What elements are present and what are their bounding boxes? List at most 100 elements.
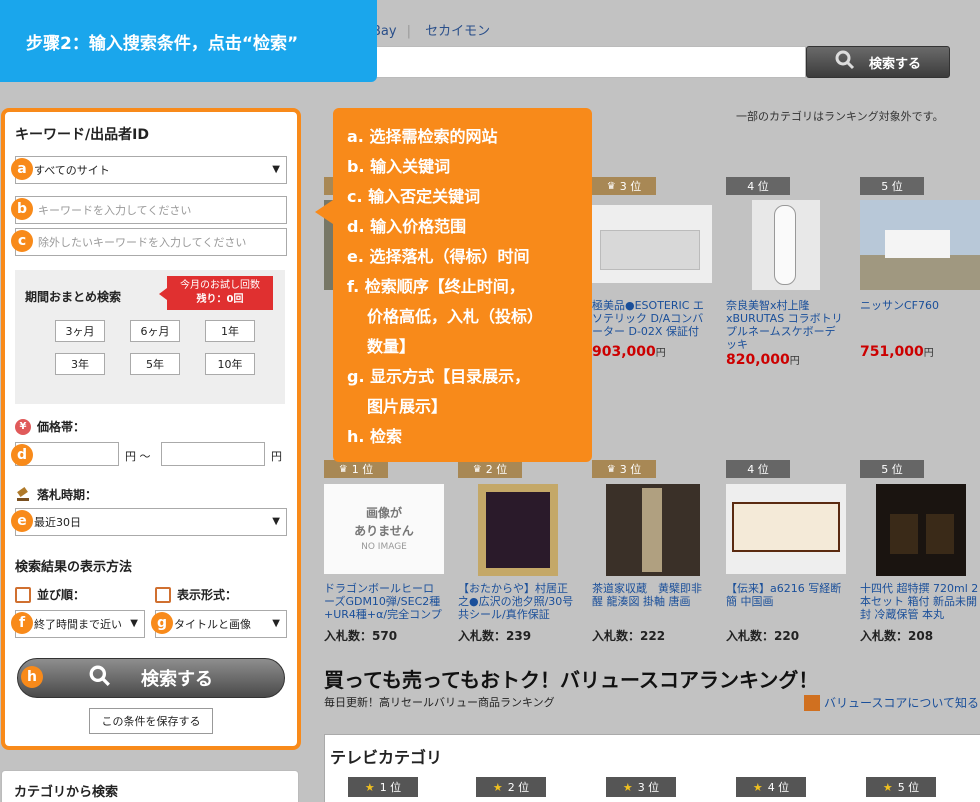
gavel-icon xyxy=(15,487,31,503)
value-score-subtitle: 毎日更新！高リセールバリュー商品ランキング xyxy=(324,696,555,709)
bid-count: 入札数：208 xyxy=(860,629,934,643)
badge-e: e xyxy=(11,510,33,532)
rank-tag: 5 位 xyxy=(860,177,924,195)
info-icon xyxy=(804,694,820,711)
view-icon xyxy=(155,586,171,603)
annotation-line: 图片展示】 xyxy=(367,397,448,416)
tv-rank-tag: ★ 4 位 xyxy=(736,777,806,797)
price-max-input[interactable] xyxy=(161,442,265,466)
tv-category-title: テレビカテゴリ xyxy=(330,748,443,767)
rank-tag: ♛ 2 位 xyxy=(458,460,522,478)
rank-tag: ♛ 3 位 xyxy=(592,460,656,478)
item-title[interactable]: 十四代 超特撰 720ml 2本セット 箱付 新品未開封 冷蔵保管 本丸 xyxy=(860,582,980,621)
item-price: 903,000円 xyxy=(592,344,666,360)
item-thumbnail[interactable] xyxy=(752,200,820,290)
value-score-title: 買っても売ってもおトク！バリュースコアランキング！ xyxy=(324,668,819,692)
item-thumbnail[interactable] xyxy=(478,484,558,576)
period-1y-button[interactable]: 1年 xyxy=(205,320,255,342)
tv-rank-tag: ★ 2 位 xyxy=(476,777,546,797)
item-thumbnail[interactable] xyxy=(876,484,966,576)
crown-icon: ♛ xyxy=(606,180,616,192)
top-search-button[interactable]: 検索する xyxy=(806,46,950,78)
top-search-input[interactable] xyxy=(372,46,806,78)
annotation-line: g. 显示方式【目录展示， xyxy=(347,367,531,386)
view-label: 表示形式： xyxy=(155,586,237,603)
star-icon: ★ xyxy=(492,780,503,794)
annotation-line: e. 选择落札（得标）时间 xyxy=(347,247,530,266)
rank-tag: 4 位 xyxy=(726,460,790,478)
display-method-heading: 検索結果の表示方法 xyxy=(15,560,133,575)
item-title[interactable]: 【伝来】a6216 写経断簡 中国画 xyxy=(726,582,846,608)
period-6m-button[interactable]: 6ヶ月 xyxy=(130,320,180,342)
badge-g: g xyxy=(151,612,173,634)
site-select[interactable]: すべてのサイト ▼ xyxy=(15,156,287,184)
item-thumbnail[interactable] xyxy=(726,484,846,574)
end-period-select[interactable]: 最近30日 ▼ xyxy=(15,508,287,536)
badge-f: f xyxy=(11,612,33,634)
rank-tag: ♛ 1 位 xyxy=(324,460,388,478)
star-icon: ★ xyxy=(364,780,375,794)
category-search-panel[interactable]: カテゴリから検索 xyxy=(1,770,299,802)
annotation-line: c. 输入否定关键词 xyxy=(347,187,481,206)
tv-rank-tag: ★ 5 位 xyxy=(866,777,936,797)
search-conditions-panel: キーワード/出品者ID すべてのサイト ▼ キーワードを入力してください 除外した… xyxy=(1,108,301,750)
item-price: 820,000円 xyxy=(726,352,800,368)
badge-h: h xyxy=(21,666,43,688)
price-unit: 円 〜 xyxy=(125,450,151,463)
star-icon: ★ xyxy=(882,780,893,794)
badge-a: a xyxy=(11,158,33,180)
view-select[interactable]: タイトルと画像 ▼ xyxy=(155,610,287,638)
no-image-placeholder[interactable]: 画像が ありません NO IMAGE xyxy=(324,484,444,574)
exclude-keyword-input[interactable]: 除外したいキーワードを入力してください xyxy=(15,228,287,256)
annotation-line: b. 输入关键词 xyxy=(347,157,451,176)
period-title: 期間おまとめ検索 xyxy=(25,290,122,304)
tv-rank-tag: ★ 1 位 xyxy=(348,777,418,797)
dropdown-arrow-icon: ▼ xyxy=(130,618,138,629)
annotation-line: f. 检索顺序【终止时间， xyxy=(347,277,525,296)
annotation-line: d. 输入价格范围 xyxy=(347,217,467,236)
item-thumbnail[interactable] xyxy=(606,484,700,576)
annotation-line: h. 检索 xyxy=(347,427,403,446)
sort-select[interactable]: 終了時間まで近い ▼ xyxy=(15,610,145,638)
annotation-line: a. 选择需检索的网站 xyxy=(347,127,498,146)
item-title[interactable]: 茶道家収蔵 黄檗即非 醒 龍湊図 掛軸 唐画 xyxy=(592,582,712,608)
item-title[interactable]: ニッサンCF760 xyxy=(860,299,980,312)
keyword-input[interactable]: キーワードを入力してください xyxy=(15,196,287,224)
sort-label: 並び順： xyxy=(15,586,85,603)
ranking-note: 一部のカテゴリはランキング対象外です。 xyxy=(736,110,944,123)
badge-d: d xyxy=(11,444,33,466)
item-title[interactable]: 【おたからや】村居正之●広沢の池夕照/30号共シール/真作保証 xyxy=(458,582,578,621)
star-icon: ★ xyxy=(752,780,763,794)
item-title[interactable]: 奈良美智x村上隆 xBURUTAS コラボトリプルネームスケボーデッキ xyxy=(726,299,846,351)
item-title[interactable]: 極美品●ESOTERIC エソテリック D/Aコンバーター D-02X 保証付 xyxy=(592,299,712,338)
item-thumbnail[interactable] xyxy=(860,200,980,290)
period-3y-button[interactable]: 3年 xyxy=(55,353,105,375)
top-search-label: 検索する xyxy=(868,56,921,72)
item-title[interactable]: ドラゴンボールヒーローズGDM10弾/SEC2種+UR4種+α/完全コンプ xyxy=(324,582,444,621)
bid-count: 入札数：222 xyxy=(592,629,666,643)
period-3m-button[interactable]: 3ヶ月 xyxy=(55,320,105,342)
search-icon xyxy=(89,665,111,692)
rank-tag: 5 位 xyxy=(860,460,924,478)
step-banner: 步骤2：输入搜索条件，点击“检索” xyxy=(0,0,377,82)
value-score-link[interactable]: バリュースコアについて知る xyxy=(804,694,979,711)
panel-title: キーワード/出品者ID xyxy=(15,127,149,143)
item-thumbnail[interactable] xyxy=(592,205,712,283)
tv-rank-tag: ★ 3 位 xyxy=(606,777,676,797)
yen-icon: ¥ xyxy=(15,418,31,435)
price-unit: 円 xyxy=(271,450,282,463)
period-10y-button[interactable]: 10年 xyxy=(205,353,255,375)
period-search-box: 期間おまとめ検索 今月のお試し回数 残り：0回 3ヶ月 6ヶ月 1年 3年 5年… xyxy=(15,270,285,404)
save-conditions-button[interactable]: この条件を保存する xyxy=(89,708,213,734)
trial-count-badge: 今月のお試し回数 残り：0回 xyxy=(159,276,273,310)
bid-count: 入札数：239 xyxy=(458,629,532,643)
period-5y-button[interactable]: 5年 xyxy=(130,353,180,375)
price-label: ¥ 価格帯： xyxy=(15,418,85,435)
end-period-label: 落札時期： xyxy=(15,486,97,503)
dropdown-arrow-icon: ▼ xyxy=(272,618,280,629)
search-icon xyxy=(835,50,855,74)
item-price: 751,000円 xyxy=(860,344,934,360)
nav-sekaimon-link[interactable]: セカイモン xyxy=(425,24,490,39)
bid-count: 入札数：570 xyxy=(324,629,398,643)
main-search-button[interactable]: 検索する xyxy=(17,658,285,698)
